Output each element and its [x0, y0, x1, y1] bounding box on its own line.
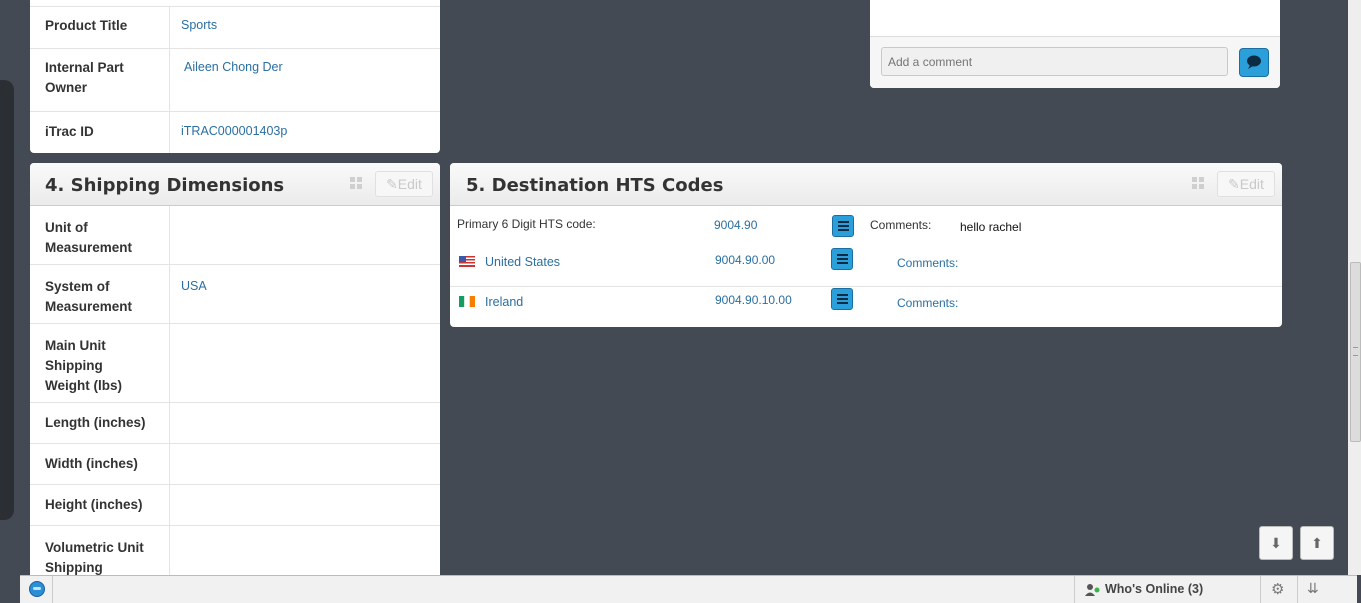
- bar-separator: [1260, 576, 1261, 603]
- primary-comment-text: hello rachel: [960, 220, 1022, 234]
- kv-row-main-unit-shipping-weight: Main Unit Shipping Weight (lbs): [30, 324, 440, 403]
- field-label: iTrac ID: [30, 112, 170, 153]
- kv-row-product-title: Product Title Sports: [30, 6, 440, 49]
- drag-handle-icon[interactable]: [350, 177, 364, 191]
- field-label: Height (inches): [30, 485, 170, 525]
- edit-label: Edit: [1239, 176, 1264, 192]
- whos-online-label: Who's Online (3): [1105, 582, 1204, 596]
- field-label: Volumetric Unit Shipping Weight: [30, 526, 170, 575]
- list-icon-button[interactable]: [831, 248, 853, 270]
- system-of-measurement-value[interactable]: USA: [181, 279, 207, 293]
- field-label: Unit of Measurement: [30, 206, 170, 264]
- kv-row-height: Height (inches): [30, 485, 440, 526]
- bar-separator: [1074, 576, 1075, 603]
- add-comment-input[interactable]: [881, 47, 1228, 76]
- edit-label: Edit: [397, 176, 422, 192]
- list-icon-button[interactable]: [831, 288, 853, 310]
- country-comments-label[interactable]: Comments:: [897, 296, 958, 310]
- kv-row-volumetric-unit-shipping-weight: Volumetric Unit Shipping Weight: [30, 526, 440, 575]
- kv-row-length: Length (inches): [30, 403, 440, 444]
- edit-button[interactable]: ✎Edit: [375, 171, 433, 197]
- product-info-panel: Product Title Sports Internal Part Owner…: [30, 0, 440, 153]
- scrollbar-grip: [1353, 347, 1358, 356]
- collapse-bar-icon[interactable]: ⇊: [1307, 580, 1319, 597]
- list-icon-button[interactable]: [832, 215, 854, 237]
- panel-header: 4. Shipping Dimensions ✎Edit: [30, 163, 440, 206]
- arrow-down-icon: ⬇: [1270, 535, 1282, 551]
- left-sidebar-edge: [0, 80, 14, 520]
- field-label: Width (inches): [30, 444, 170, 484]
- field-label: System of Measurement: [30, 265, 170, 323]
- speech-bubble-icon: [1247, 55, 1261, 69]
- destination-hts-codes-panel: 5. Destination HTS Codes ✎Edit Primary 6…: [450, 163, 1282, 327]
- panel-title: 4. Shipping Dimensions: [45, 175, 285, 196]
- bar-separator: [52, 576, 53, 603]
- field-label: Length (inches): [30, 403, 170, 443]
- product-title-value[interactable]: Sports: [181, 18, 217, 32]
- submit-comment-button[interactable]: [1239, 48, 1269, 77]
- bar-separator: [1297, 576, 1298, 603]
- country-name[interactable]: Ireland: [485, 295, 523, 309]
- pencil-icon: ✎: [386, 176, 398, 192]
- internal-part-owner-value[interactable]: Aileen Chong Der: [184, 60, 283, 74]
- kv-row-itrac-id: iTrac ID iTRAC000001403p: [30, 112, 440, 153]
- us-flag-icon: [459, 256, 475, 267]
- panel-title: 5. Destination HTS Codes: [466, 175, 724, 196]
- pencil-icon: ✎: [1228, 176, 1240, 192]
- shipping-dimensions-panel: 4. Shipping Dimensions ✎Edit Unit of Mea…: [30, 163, 440, 575]
- field-label: Internal Part Owner: [30, 48, 170, 111]
- field-label: Main Unit Shipping Weight (lbs): [30, 324, 170, 402]
- arrow-up-icon: ⬆: [1311, 535, 1323, 551]
- kv-row-internal-part-owner: Internal Part Owner Aileen Chong Der: [30, 48, 440, 112]
- primary-hts-label: Primary 6 Digit HTS code:: [457, 217, 596, 231]
- country-comments-label[interactable]: Comments:: [897, 256, 958, 270]
- comment-panel: [870, 0, 1280, 88]
- ireland-flag-icon: [459, 296, 475, 307]
- country-hts-code[interactable]: 9004.90.00: [715, 253, 775, 267]
- app-logo-icon[interactable]: [29, 581, 45, 597]
- field-label: Product Title: [30, 7, 170, 48]
- scroll-up-button[interactable]: ⬆: [1300, 526, 1334, 560]
- kv-row-width: Width (inches): [30, 444, 440, 485]
- panel-header: 5. Destination HTS Codes ✎Edit: [450, 163, 1282, 206]
- users-icon: [1085, 584, 1100, 596]
- kv-row-system-of-measurement: System of Measurement USA: [30, 265, 440, 324]
- itrac-id-value[interactable]: iTRAC000001403p: [181, 124, 287, 138]
- scroll-down-button[interactable]: ⬇: [1259, 526, 1293, 560]
- country-hts-code[interactable]: 9004.90.10.00: [715, 293, 792, 307]
- bottom-status-bar: Who's Online (3) ⚙ ⇊: [20, 575, 1357, 603]
- drag-handle-icon[interactable]: [1192, 177, 1206, 191]
- settings-gear-icon[interactable]: ⚙: [1271, 580, 1284, 598]
- edit-button[interactable]: ✎Edit: [1217, 171, 1275, 197]
- primary-hts-code[interactable]: 9004.90: [714, 218, 757, 232]
- scrollbar-thumb[interactable]: [1350, 262, 1361, 442]
- kv-row-unit-of-measurement: Unit of Measurement: [30, 206, 440, 265]
- whos-online-button[interactable]: Who's Online (3): [1082, 576, 1258, 603]
- row-divider: [450, 286, 1282, 287]
- country-name[interactable]: United States: [485, 255, 560, 269]
- primary-comments-label: Comments:: [870, 218, 932, 232]
